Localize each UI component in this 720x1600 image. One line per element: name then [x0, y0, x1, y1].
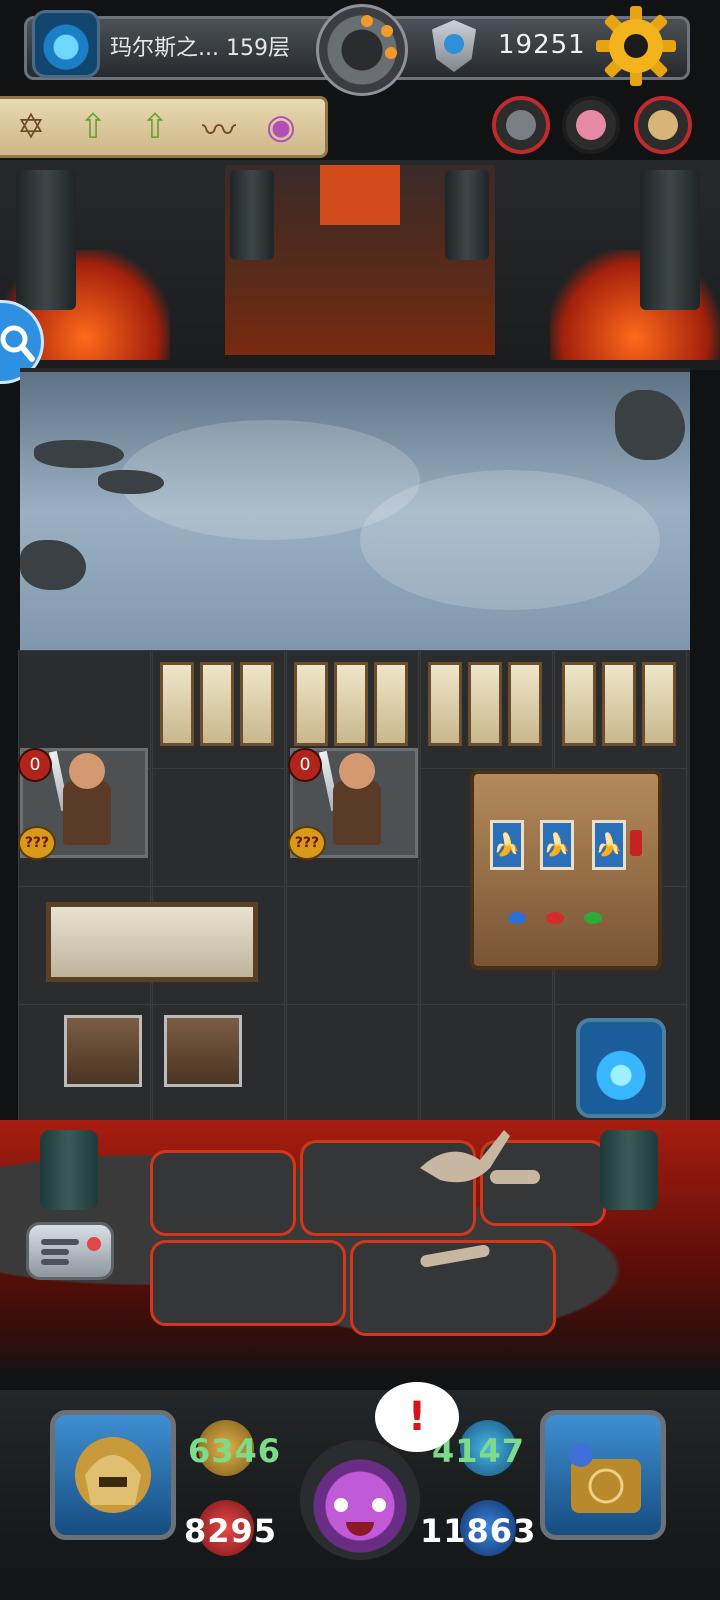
slot-lever[interactable] [630, 830, 642, 856]
floor-label: 玛尔斯之... 159层 [110, 36, 290, 61]
eye-icon [334, 1498, 348, 1512]
monster-avatar-icon [506, 110, 536, 140]
mouth-icon [346, 1522, 374, 1536]
up-arrow-icon[interactable]: ⇧ [70, 104, 116, 150]
player-avatar[interactable] [300, 1440, 420, 1560]
menu-icon [41, 1249, 69, 1255]
slot-button-blue[interactable] [508, 912, 526, 924]
floor-tile[interactable] [286, 1004, 419, 1123]
character-avatar-icon [648, 110, 678, 140]
sound-wave-icon[interactable]: 〰 [196, 104, 242, 151]
npc-avatar-icon [576, 110, 606, 140]
slot-reel: 🍌 [592, 820, 626, 870]
bomb-charge-icon [361, 15, 373, 27]
gate-glow [320, 165, 400, 225]
slot-reel: 🍌 [490, 820, 524, 870]
enemy-head [69, 753, 105, 789]
menu-icon [41, 1259, 69, 1265]
slot-button-red[interactable] [546, 912, 564, 924]
bomb-charge-icon [381, 25, 393, 37]
stone-post [600, 1130, 658, 1210]
enemy-body [333, 781, 381, 845]
up-arrow-icon[interactable]: ⇧ [132, 104, 178, 150]
hexagram-icon[interactable]: ✡ [8, 104, 54, 150]
mana-stat: 11863 [420, 1512, 537, 1550]
inventory-button[interactable] [540, 1410, 666, 1540]
wooden-chair [164, 1015, 242, 1087]
gear-icon[interactable] [596, 6, 676, 86]
wooden-table [46, 902, 258, 982]
stone-pillar [16, 170, 76, 310]
portal-icon[interactable] [576, 1018, 666, 1118]
gold-counter: 19251 [498, 30, 586, 60]
gate-pillar [445, 170, 489, 260]
enemy-info-button[interactable] [492, 96, 550, 154]
shield-gem-icon [444, 34, 464, 54]
helmet-icon [75, 1437, 151, 1513]
alert-bubble[interactable]: ! [375, 1382, 459, 1452]
floor-tile[interactable] [152, 768, 285, 887]
attack-badge: 0 [18, 748, 52, 782]
health-stat: 8295 [184, 1512, 278, 1550]
defense-badge: ??? [18, 826, 56, 860]
eye-icon [372, 1498, 386, 1512]
bomb-button[interactable] [316, 4, 408, 96]
portal-icon[interactable] [32, 10, 100, 78]
enemy-body [63, 781, 111, 845]
floating-rock [34, 440, 124, 468]
floor-tile[interactable] [420, 1004, 553, 1123]
wooden-barricade[interactable] [290, 654, 416, 750]
character-avatar-button[interactable] [634, 96, 692, 154]
wooden-barricade[interactable] [156, 654, 282, 750]
slot-machine[interactable] [470, 770, 662, 970]
floor-tile[interactable] [286, 886, 419, 1005]
floating-rock [98, 470, 164, 494]
menu-icon [41, 1239, 79, 1245]
wooden-chair [64, 1015, 142, 1087]
npc-avatar-button[interactable] [562, 96, 620, 154]
stone-slab [150, 1150, 296, 1236]
wooden-barricade[interactable] [424, 654, 550, 750]
defense-badge: ??? [288, 826, 326, 860]
fog-cloud [360, 470, 660, 610]
bomb-charge-icon [385, 47, 397, 59]
attack-stat: 6346 [188, 1432, 282, 1470]
slot-reel: 🍌 [540, 820, 574, 870]
eye-orb-icon[interactable]: ◉ [258, 104, 304, 150]
hero-equipment-button[interactable] [50, 1410, 176, 1540]
attack-badge: 0 [288, 748, 322, 782]
stone-pillar [640, 170, 700, 310]
gate-pillar [230, 170, 274, 260]
stone-post [40, 1130, 98, 1210]
menu-button[interactable] [26, 1222, 114, 1280]
bones-icon [420, 1130, 540, 1268]
floating-rock [20, 540, 86, 590]
wooden-barricade[interactable] [558, 654, 684, 750]
record-dot-icon [87, 1237, 101, 1251]
slot-button-green[interactable] [584, 912, 602, 924]
spellbook-icon [569, 1443, 641, 1513]
stone-slab [150, 1240, 346, 1326]
enemy-head [339, 753, 375, 789]
